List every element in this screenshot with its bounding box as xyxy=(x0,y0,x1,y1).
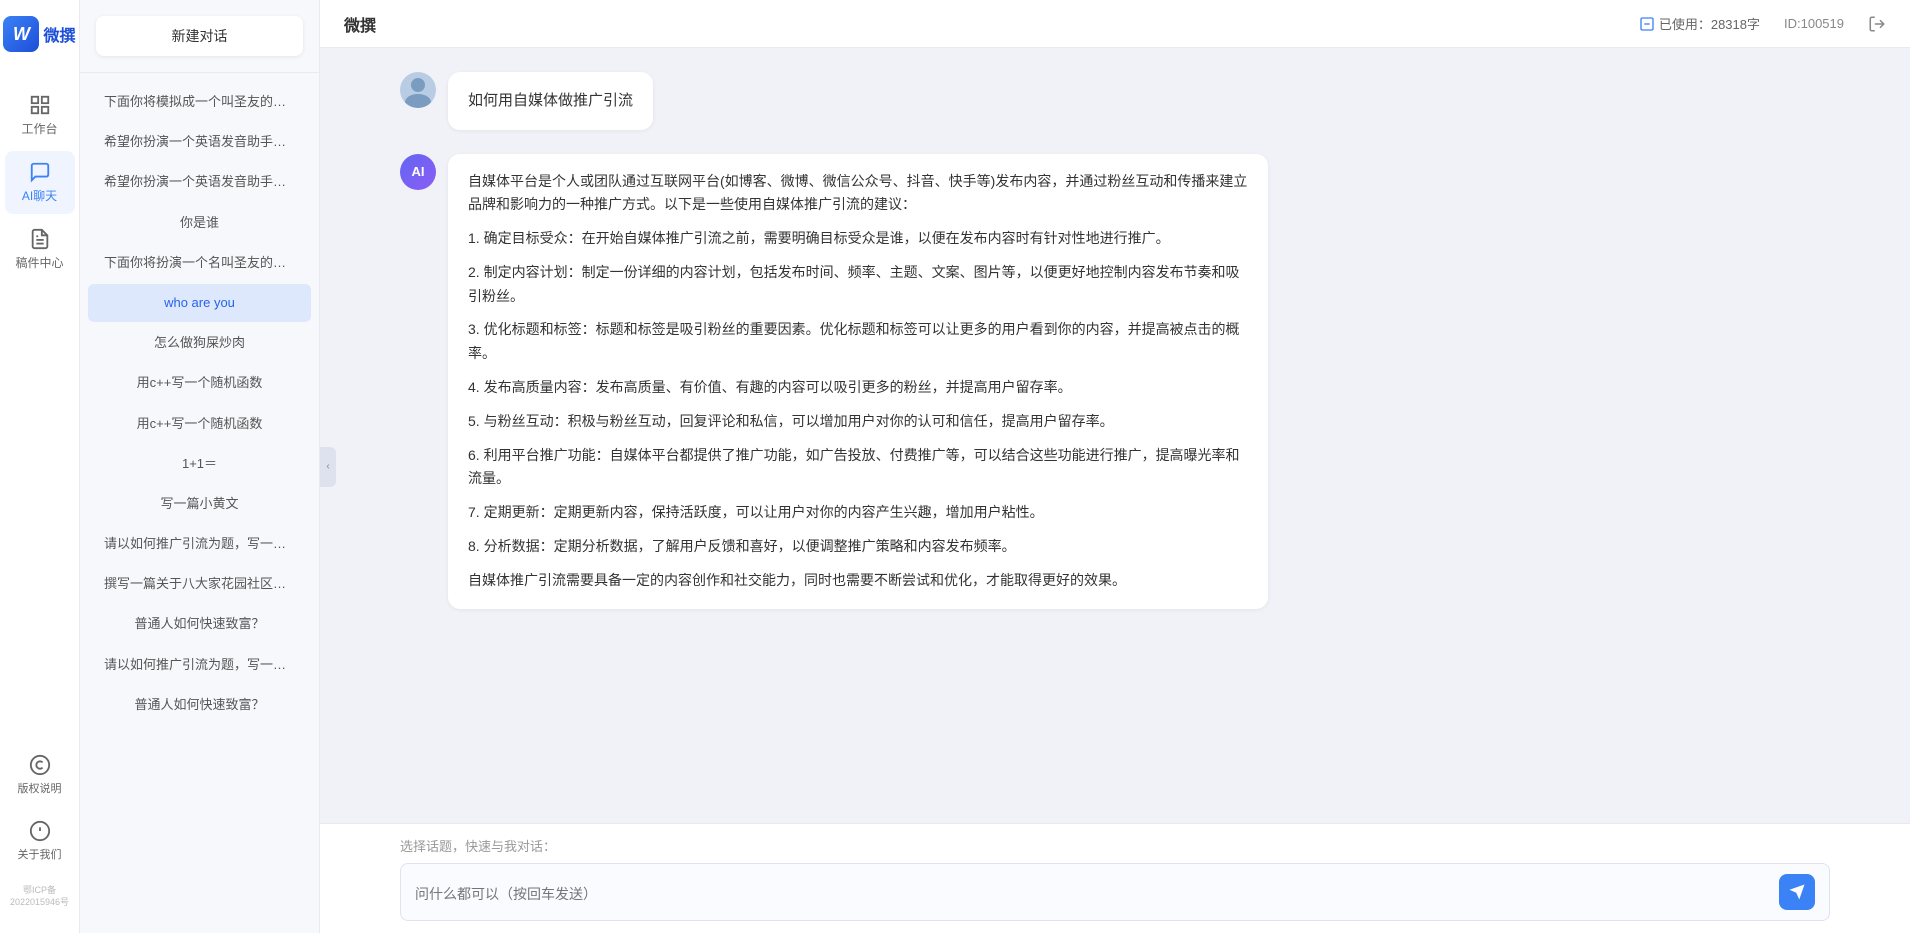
sidebar-list-item[interactable]: 用c++写一个随机函数 xyxy=(88,364,311,402)
user-bubble: 如何用自媒体做推广引流 xyxy=(448,72,653,130)
grid-icon xyxy=(29,94,51,116)
new-chat-button[interactable]: 新建对话 xyxy=(96,16,303,56)
sidebar-list-item[interactable]: 普通人如何快速致富？ xyxy=(88,605,311,643)
input-row xyxy=(400,863,1830,921)
sidebar-list-item[interactable]: 写一篇小黄文 xyxy=(88,485,311,523)
sidebar-list-item[interactable]: 希望你扮演一个英语发音助手，我提供给你... xyxy=(88,123,311,161)
ai-message-paragraph: 自媒体推广引流需要具备一定的内容创作和社交能力，同时也需要不断尝试和优化，才能取… xyxy=(468,569,1248,593)
sidebar-list-item[interactable]: 普通人如何快速致富？ xyxy=(88,686,311,724)
nav-label-plugin: 稿件中心 xyxy=(15,254,63,271)
sidebar-list-item[interactable]: 下面你将模拟成一个叫圣友的程序员，我说... xyxy=(88,83,311,121)
user-avatar xyxy=(400,72,436,108)
ai-message-paragraph: 8. 分析数据：定期分析数据，了解用户反馈和喜好，以便调整推广策略和内容发布频率… xyxy=(468,535,1248,559)
nav-bottom: 版权说明 关于我们 鄂ICP备2022015946号 xyxy=(0,744,79,917)
ai-avatar: AI xyxy=(400,154,436,190)
ai-message-paragraph: 自媒体平台是个人或团队通过互联网平台(如博客、微博、微信公众号、抖音、快手等)发… xyxy=(468,170,1248,218)
send-button[interactable] xyxy=(1779,874,1815,910)
user-message-text: 如何用自媒体做推广引流 xyxy=(468,92,633,109)
input-hint: 选择话题，快速与我对话： xyxy=(400,836,1830,855)
sidebar: 新建对话 下面你将模拟成一个叫圣友的程序员，我说...希望你扮演一个英语发音助手… xyxy=(80,0,320,933)
sidebar-list-item[interactable]: 请以如何推广引流为题，写一篇大纲 xyxy=(88,525,311,563)
sidebar-toggle[interactable]: ‹ xyxy=(320,447,336,487)
sidebar-list-item[interactable]: 下面你将扮演一个名叫圣友的医生 xyxy=(88,244,311,282)
about-icon xyxy=(29,820,51,842)
ai-message-paragraph: 4. 发布高质量内容：发布高质量、有价值、有趣的内容可以吸引更多的粉丝，并提高用… xyxy=(468,376,1248,400)
usage-text: 已使用：28318字 xyxy=(1659,14,1760,33)
usage-area: 已使用：28318字 xyxy=(1639,14,1760,33)
nav-label-copyright: 版权说明 xyxy=(18,780,62,796)
sidebar-item-workspace[interactable]: 工作台 xyxy=(5,84,75,147)
chat-icon xyxy=(29,161,51,183)
sidebar-item-copyright[interactable]: 版权说明 xyxy=(5,744,75,806)
nav-label-ai-chat: AI聊天 xyxy=(22,187,57,204)
icp-text: 鄂ICP备2022015946号 xyxy=(0,876,79,917)
logout-icon[interactable] xyxy=(1868,15,1886,33)
id-text: ID:100519 xyxy=(1784,16,1844,31)
sidebar-item-about[interactable]: 关于我们 xyxy=(5,810,75,872)
ai-message-paragraph: 6. 利用平台推广功能：自媒体平台都提供了推广功能，如广告投放、付费推广等，可以… xyxy=(468,444,1248,492)
topbar: 微撰 已使用：28318字 ID:100519 xyxy=(320,0,1910,48)
sidebar-list-item[interactable]: 怎么做狗屎炒肉 xyxy=(88,324,311,362)
input-area: 选择话题，快速与我对话： xyxy=(320,823,1910,933)
sidebar-list-item[interactable]: 撰写一篇关于八大家花园社区一刻钟便民生... xyxy=(88,565,311,603)
sidebar-list-item[interactable]: 你是谁 xyxy=(88,204,311,242)
send-icon xyxy=(1788,883,1806,901)
message-row-user: 如何用自媒体做推广引流 xyxy=(400,72,1830,130)
sidebar-list-item[interactable]: 请以如何推广引流为题，写一篇大纲 xyxy=(88,646,311,684)
left-nav: W 微撰 工作台 AI聊天 稿件中心 版权说明 xyxy=(0,0,80,933)
chat-area: 如何用自媒体做推广引流 AI 自媒体平台是个人或团队通过互联网平台(如博客、微博、微… xyxy=(320,48,1910,823)
nav-items: 工作台 AI聊天 稿件中心 xyxy=(0,84,79,744)
ai-message-paragraph: 7. 定期更新：定期更新内容，保持活跃度，可以让用户对你的内容产生兴趣，增加用户… xyxy=(468,501,1248,525)
ai-message-paragraph: 1. 确定目标受众：在开始自媒体推广引流之前，需要明确目标受众是谁，以便在发布内… xyxy=(468,227,1248,251)
sidebar-item-ai-chat[interactable]: AI聊天 xyxy=(5,151,75,214)
ai-message-paragraph: 2. 制定内容计划：制定一份详细的内容计划，包括发布时间、频率、主题、文案、图片… xyxy=(468,261,1248,309)
sidebar-item-plugin[interactable]: 稿件中心 xyxy=(5,218,75,281)
logo-area: W 微撰 xyxy=(3,16,75,52)
ai-message-paragraph: 3. 优化标题和标签：标题和标签是吸引粉丝的重要因素。优化标题和标签可以让更多的… xyxy=(468,318,1248,366)
user-icon xyxy=(400,72,436,108)
nav-label-about: 关于我们 xyxy=(18,846,62,862)
sidebar-header: 新建对话 xyxy=(80,0,319,73)
topbar-title: 微撰 xyxy=(344,12,376,36)
ai-bubble: 自媒体平台是个人或团队通过互联网平台(如博客、微博、微信公众号、抖音、快手等)发… xyxy=(448,154,1268,609)
main-area: 微撰 已使用：28318字 ID:100519 如何用自媒体做推广引流 AI 自媒体… xyxy=(320,0,1910,933)
sidebar-list-item[interactable]: who are you xyxy=(88,284,311,322)
sidebar-list-item[interactable]: 1+1＝ xyxy=(88,445,311,483)
copyright-icon xyxy=(29,754,51,776)
sidebar-list: 下面你将模拟成一个叫圣友的程序员，我说...希望你扮演一个英语发音助手，我提供给… xyxy=(80,73,319,933)
message-row-ai: AI 自媒体平台是个人或团队通过互联网平台(如博客、微博、微信公众号、抖音、快手等… xyxy=(400,154,1830,609)
document-icon xyxy=(29,228,51,250)
chevron-left-icon: ‹ xyxy=(326,461,329,472)
ai-message-paragraph: 5. 与粉丝互动：积极与粉丝互动，回复评论和私信，可以增加用户对你的认可和信任，… xyxy=(468,410,1248,434)
sidebar-list-item[interactable]: 用c++写一个随机函数 xyxy=(88,405,311,443)
nav-label-workspace: 工作台 xyxy=(21,120,57,137)
topbar-right: 已使用：28318字 ID:100519 xyxy=(1639,14,1886,33)
chat-input[interactable] xyxy=(415,884,1771,900)
logo-icon: W xyxy=(3,16,39,52)
sidebar-list-item[interactable]: 希望你扮演一个英语发音助手，我提供给你... xyxy=(88,163,311,201)
logo-text: 微撰 xyxy=(43,22,75,46)
info-icon xyxy=(1639,16,1655,32)
